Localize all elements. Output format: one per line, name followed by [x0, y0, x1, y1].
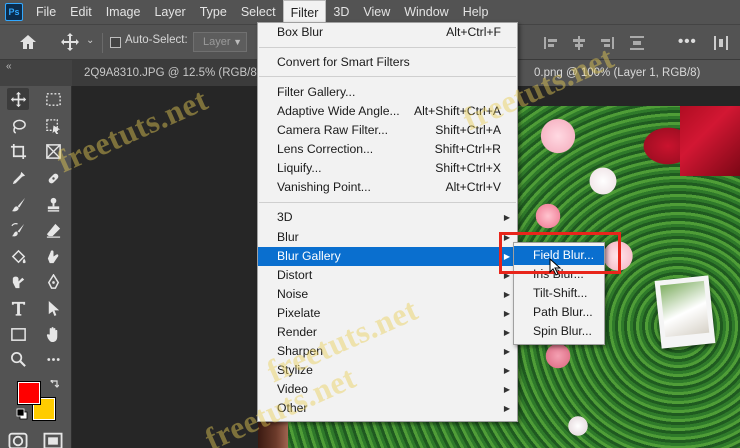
menu-view[interactable]: View — [356, 0, 397, 24]
menu-item-distort[interactable]: Distort ▶ — [258, 266, 517, 285]
eraser-tool-icon[interactable] — [42, 219, 64, 241]
dodge-tool-icon[interactable] — [7, 271, 29, 293]
move-tool-icon[interactable] — [60, 32, 80, 52]
mouse-cursor-icon — [549, 258, 562, 276]
menu-edit[interactable]: Edit — [63, 0, 99, 24]
menu-item-noise[interactable]: Noise ▶ — [258, 285, 517, 304]
menu-file[interactable]: File — [29, 0, 63, 24]
menu-item-liquify[interactable]: Liquify... Shift+Ctrl+X — [258, 159, 517, 178]
eyedropper-tool-icon[interactable] — [7, 167, 29, 189]
submenu-arrow-icon: ▶ — [503, 290, 510, 299]
menu-item-video[interactable]: Video ▶ — [258, 380, 517, 399]
home-icon[interactable] — [19, 33, 37, 51]
auto-select-checkbox[interactable] — [110, 37, 121, 48]
more-tools-icon[interactable] — [42, 348, 64, 370]
menu-select[interactable]: Select — [234, 0, 283, 24]
submenu-arrow-icon: ▶ — [503, 385, 510, 394]
menu-item-convert-smart-filters[interactable]: Convert for Smart Filters — [258, 53, 517, 72]
smudge-tool-icon[interactable] — [42, 246, 64, 268]
submenu-arrow-icon: ▶ — [503, 213, 510, 222]
menu-type[interactable]: Type — [193, 0, 234, 24]
menu-item-adaptive-wide-angle[interactable]: Adaptive Wide Angle... Alt+Shift+Ctrl+A — [258, 102, 517, 121]
marquee-tool-icon[interactable] — [42, 88, 64, 110]
quick-mask-icon[interactable] — [7, 430, 29, 448]
submenu-item-path-blur[interactable]: Path Blur... — [514, 303, 604, 322]
menu-divider — [259, 47, 516, 48]
submenu-arrow-icon: ▶ — [503, 347, 510, 356]
type-tool-icon[interactable] — [7, 297, 29, 319]
menu-help[interactable]: Help — [456, 0, 496, 24]
menu-item-3d[interactable]: 3D ▶ — [258, 208, 517, 227]
submenu-arrow-icon: ▶ — [503, 366, 510, 375]
history-brush-tool-icon[interactable] — [7, 219, 29, 241]
submenu-arrow-icon: ▶ — [503, 271, 510, 280]
screen-mode-icon[interactable] — [42, 430, 64, 448]
menu-bar: Ps File Edit Image Layer Type Select Fil… — [0, 0, 740, 24]
zoom-tool-icon[interactable] — [7, 348, 29, 370]
clone-stamp-tool-icon[interactable] — [42, 193, 64, 215]
object-selection-tool-icon[interactable] — [42, 115, 64, 137]
pen-tool-icon[interactable] — [42, 271, 64, 293]
distribute-icon[interactable] — [628, 34, 646, 52]
separator — [102, 33, 103, 53]
hand-tool-icon[interactable] — [42, 323, 64, 345]
foreground-color-swatch[interactable] — [18, 382, 40, 404]
path-selection-tool-icon[interactable] — [42, 297, 64, 319]
menu-window[interactable]: Window — [397, 0, 455, 24]
menu-item-lens-correction[interactable]: Lens Correction... Shift+Ctrl+R — [258, 140, 517, 159]
rectangle-tool-icon[interactable] — [7, 323, 29, 345]
menu-item-blur[interactable]: Blur ▶ — [258, 228, 517, 247]
document-tab[interactable]: 2Q9A8310.JPG @ 12.5% (RGB/8) — [72, 60, 268, 86]
submenu-arrow-icon: ▶ — [503, 252, 510, 261]
default-colors-icon[interactable] — [16, 408, 28, 420]
distribute-icon[interactable] — [712, 34, 730, 52]
collapse-panel-icon[interactable]: « — [6, 61, 12, 72]
submenu-arrow-icon: ▶ — [503, 309, 510, 318]
menu-item-stylize[interactable]: Stylize ▶ — [258, 361, 517, 380]
submenu-item-tilt-shift[interactable]: Tilt-Shift... — [514, 284, 604, 303]
menu-item-other[interactable]: Other ▶ — [258, 399, 517, 418]
align-icon[interactable] — [570, 34, 588, 52]
menu-item-render[interactable]: Render ▶ — [258, 323, 517, 342]
submenu-arrow-icon: ▶ — [503, 328, 510, 337]
crop-tool-icon[interactable] — [7, 140, 29, 162]
more-options-icon[interactable]: ••• — [678, 33, 697, 50]
frame-tool-icon[interactable] — [42, 140, 64, 162]
tool-preset-chevron-icon[interactable]: ⌄ — [86, 35, 94, 46]
submenu-arrow-icon: ▶ — [503, 233, 510, 242]
auto-select-label: Auto-Select: — [125, 34, 188, 46]
menu-filter[interactable]: Filter — [282, 0, 327, 24]
submenu-item-spin-blur[interactable]: Spin Blur... — [514, 322, 604, 341]
menu-item-vanishing-point[interactable]: Vanishing Point... Alt+Ctrl+V — [258, 178, 517, 197]
menu-item-pixelate[interactable]: Pixelate ▶ — [258, 304, 517, 323]
image-region — [654, 275, 716, 349]
swap-colors-icon[interactable] — [49, 380, 59, 390]
image-region — [680, 106, 740, 176]
submenu-arrow-icon: ▶ — [503, 404, 510, 413]
menu-item-camera-raw[interactable]: Camera Raw Filter... Shift+Ctrl+A — [258, 121, 517, 140]
menu-item-filter-gallery[interactable]: Filter Gallery... — [258, 83, 517, 102]
brush-tool-icon[interactable] — [7, 193, 29, 215]
menu-item-sharpen[interactable]: Sharpen ▶ — [258, 342, 517, 361]
align-icon[interactable] — [542, 34, 560, 52]
lasso-tool-icon[interactable] — [7, 115, 29, 137]
paint-bucket-tool-icon[interactable] — [7, 246, 29, 268]
menu-layer[interactable]: Layer — [147, 0, 192, 24]
photoshop-logo: Ps — [5, 3, 23, 21]
chevron-down-icon: ▼ — [233, 37, 242, 47]
menu-item-blur-gallery[interactable]: Blur Gallery ▶ — [258, 247, 517, 266]
document-tab[interactable]: 0.png @ 100% (Layer 1, RGB/8) — [510, 60, 740, 86]
spot-healing-tool-icon[interactable] — [42, 167, 64, 189]
menu-3d[interactable]: 3D — [326, 0, 356, 24]
filter-menu: Box Blur Alt+Ctrl+F Convert for Smart Fil… — [257, 22, 518, 422]
move-tool-icon[interactable] — [7, 88, 29, 110]
tools-panel — [0, 86, 72, 448]
menu-divider — [259, 76, 516, 77]
menu-divider — [259, 202, 516, 203]
auto-select-dropdown[interactable]: Layer ▼ — [193, 32, 247, 52]
menu-image[interactable]: Image — [99, 0, 148, 24]
align-icon[interactable] — [598, 34, 616, 52]
auto-select-value: Layer — [203, 36, 231, 48]
menu-item-box-blur[interactable]: Box Blur Alt+Ctrl+F — [258, 23, 517, 42]
